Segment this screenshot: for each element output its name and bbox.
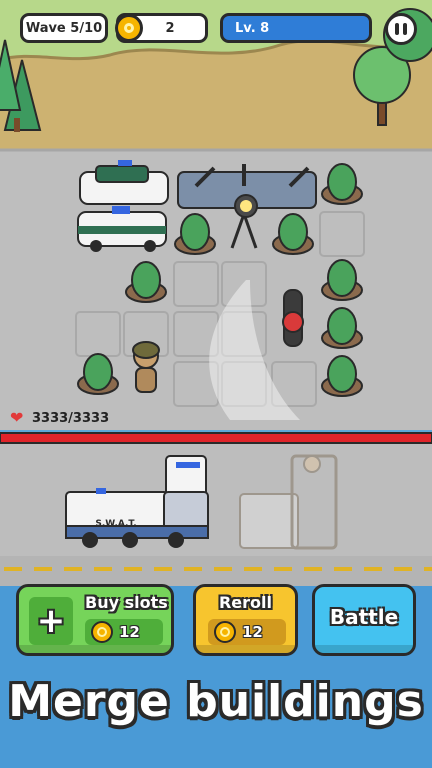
- buy-slots-price: 12: [85, 619, 163, 645]
- pause-icon-right: [403, 23, 407, 35]
- heart-icon: ❤: [10, 408, 24, 427]
- reroll-button[interactable]: Reroll 12: [193, 584, 298, 656]
- base-health: ❤ 3333/3333: [10, 410, 109, 426]
- reroll-price-value: 12: [242, 623, 263, 641]
- coin-icon: [214, 621, 236, 643]
- battle-button[interactable]: Battle: [312, 584, 416, 656]
- buy-slots-price-value: 12: [119, 623, 140, 641]
- level-label: Lv. 8: [235, 20, 270, 36]
- plus-icon: +: [29, 597, 73, 645]
- cannon-tower[interactable]: [282, 289, 304, 347]
- battle-label: Battle: [329, 605, 399, 629]
- coin-count: 2: [165, 20, 175, 36]
- level-bar: Lv. 8: [220, 13, 372, 43]
- police-car-2[interactable]: [77, 206, 167, 252]
- road-markings: [4, 567, 432, 571]
- buy-slots-button[interactable]: + Buy slots 12: [16, 584, 174, 656]
- coin-counter: 2: [115, 13, 208, 43]
- reroll-price: 12: [208, 619, 286, 645]
- wave-indicator: Wave 5/10: [20, 13, 108, 43]
- pause-icon-left: [395, 23, 399, 35]
- reroll-label: Reroll: [218, 593, 273, 612]
- base-health-value: 3333/3333: [32, 410, 110, 426]
- pause-button[interactable]: [385, 13, 417, 45]
- coin-icon: [115, 14, 143, 42]
- base-health-bar: [0, 432, 432, 444]
- swat-label: S.W.A.T.: [95, 519, 136, 529]
- coin-icon: [91, 621, 113, 643]
- promo-banner: Merge buildings: [8, 676, 424, 727]
- wave-label: Wave 5/10: [25, 20, 103, 36]
- buy-slots-label: Buy slots: [85, 593, 168, 612]
